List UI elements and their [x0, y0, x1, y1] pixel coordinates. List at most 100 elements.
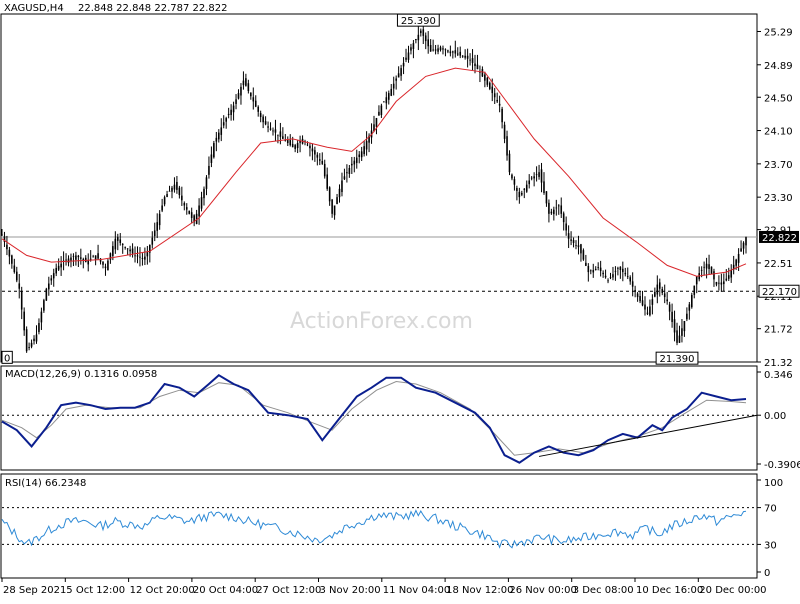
candle	[466, 48, 469, 68]
candle-body	[208, 165, 210, 175]
candle	[136, 246, 139, 264]
candle	[710, 266, 713, 275]
candle	[134, 246, 136, 263]
price-ytick-label: 23.30	[764, 193, 793, 204]
candle	[461, 55, 464, 58]
candle-body	[387, 93, 390, 100]
candle-body	[639, 296, 641, 302]
candle	[208, 156, 210, 179]
candle	[8, 246, 11, 265]
candle	[185, 203, 188, 215]
candle-body	[493, 93, 496, 98]
candle	[60, 256, 62, 276]
candle	[264, 116, 267, 126]
candle-body	[392, 83, 395, 89]
candle	[454, 40, 457, 58]
candle	[104, 263, 107, 276]
candle	[294, 143, 296, 153]
candle	[540, 162, 543, 193]
candle	[149, 244, 151, 263]
candle-body	[296, 143, 299, 149]
candle	[484, 71, 486, 88]
candle	[740, 240, 742, 252]
candle-body	[237, 93, 240, 99]
candle	[617, 266, 619, 276]
candle	[523, 188, 526, 199]
candle-body	[676, 330, 678, 343]
candle	[176, 175, 178, 194]
candle-body	[383, 101, 385, 103]
candle	[139, 247, 141, 267]
candle	[562, 211, 565, 231]
candle	[727, 267, 730, 281]
price-header-ohlc: 22.848 22.848 22.787 22.822	[78, 3, 228, 14]
candle	[671, 303, 673, 328]
candle-body	[572, 240, 575, 243]
candle	[496, 92, 498, 104]
candle-body	[55, 267, 57, 274]
candle-body	[666, 299, 668, 302]
candle	[619, 266, 622, 279]
candle	[661, 286, 664, 296]
candle	[146, 245, 149, 265]
candle-body	[447, 50, 449, 52]
candle-body	[144, 256, 146, 260]
candle	[131, 243, 134, 258]
candle	[282, 127, 284, 140]
price-ytick-label: 23.70	[764, 160, 793, 171]
candle-body	[363, 146, 365, 155]
candle	[602, 270, 604, 278]
candle	[553, 206, 555, 221]
candle	[656, 275, 659, 304]
candle-body	[102, 261, 104, 265]
candle	[62, 251, 65, 271]
candle-body	[533, 176, 535, 179]
candle	[691, 292, 693, 309]
candle	[25, 326, 28, 353]
candle	[213, 140, 215, 159]
candle	[607, 278, 609, 284]
candle-body	[33, 338, 35, 342]
candle-body	[242, 80, 245, 86]
candle	[572, 237, 575, 248]
candle-body	[1, 234, 3, 236]
candle	[222, 115, 225, 129]
candle-body	[432, 49, 434, 51]
candle-body	[557, 205, 560, 207]
candle	[516, 185, 518, 201]
candle	[84, 255, 87, 263]
macd-main-line	[1, 373, 747, 464]
candle-body	[511, 174, 513, 179]
candle-body	[166, 194, 168, 197]
candle	[166, 190, 168, 198]
candle-body	[215, 137, 218, 142]
candle	[417, 26, 420, 51]
candle-body	[331, 199, 333, 214]
candle-body	[691, 294, 693, 308]
candle-body	[264, 121, 267, 125]
candle-body	[77, 255, 80, 258]
candle-body	[661, 289, 664, 293]
x-tick-label: 3 Dec 08:00	[573, 585, 634, 596]
candle-body	[577, 245, 580, 248]
candle	[402, 57, 405, 75]
candle	[351, 156, 353, 174]
x-tick-label: 28 Sep 2021	[3, 585, 66, 596]
candle	[230, 104, 232, 121]
candle-body	[286, 140, 289, 144]
candle	[471, 49, 474, 71]
candle	[397, 66, 400, 78]
candle	[631, 272, 634, 297]
candle-body	[272, 130, 274, 132]
candle-body	[323, 163, 326, 177]
price-ytick-label: 21.32	[764, 358, 793, 369]
candle	[358, 151, 361, 164]
candle	[668, 301, 671, 321]
candle-body	[141, 258, 144, 259]
candle-body	[464, 55, 466, 58]
candle	[200, 191, 203, 212]
candle-body	[422, 29, 425, 36]
candle-body	[562, 213, 565, 223]
candle-body	[262, 116, 264, 123]
candle	[567, 225, 570, 249]
